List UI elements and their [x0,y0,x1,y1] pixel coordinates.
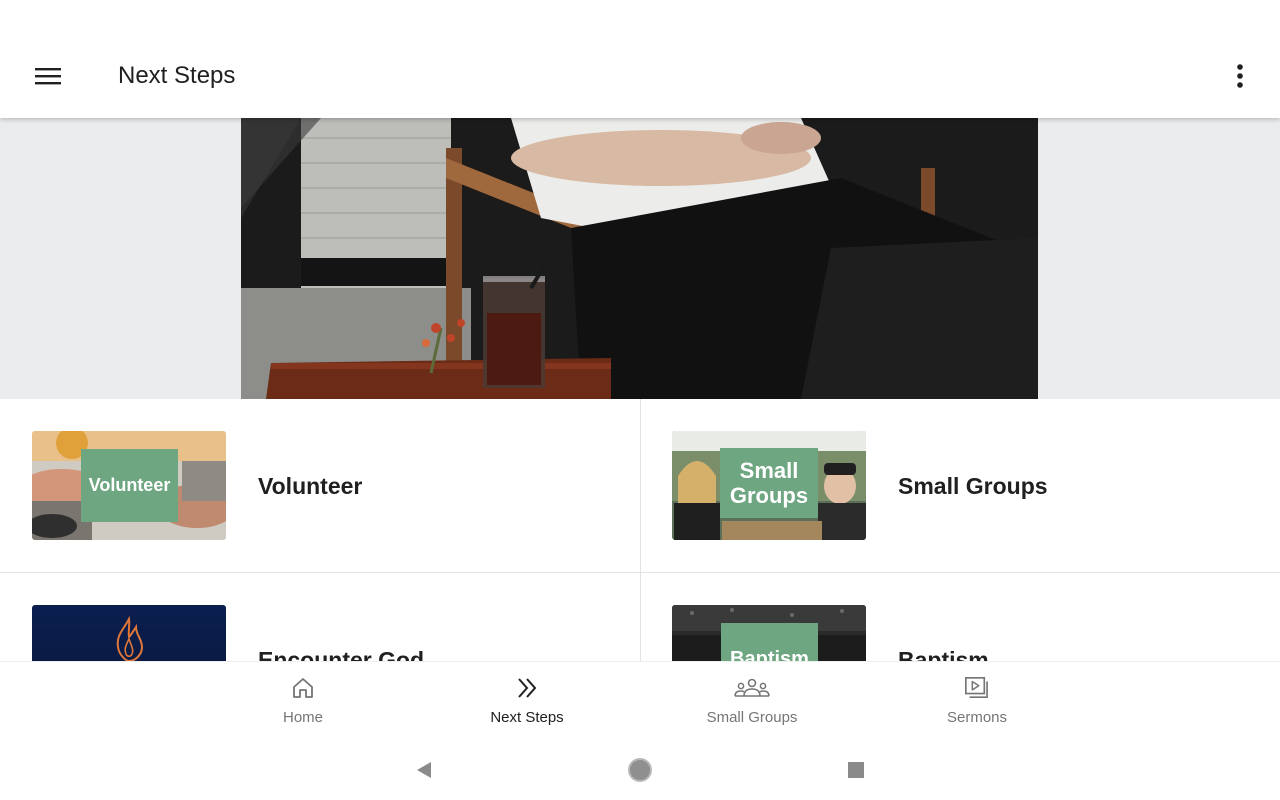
bottom-navigation: Home Next Steps Small Groups Sermons [0,661,1280,741]
baptism-thumbnail: Baptism [672,605,866,661]
next-steps-grid: Volunteer Volunteer Small Groups Small G… [0,399,1280,661]
small-groups-tag-line1: Small [739,458,799,483]
nav-label-sermons: Sermons [946,709,1008,726]
more-vert-icon [1237,64,1243,88]
step-card-small-groups[interactable]: Small Groups Small Groups [640,399,1280,572]
recents-square-icon [848,762,864,778]
step-card-baptism[interactable]: Baptism Baptism [640,573,1280,661]
app-bar: Next Steps [0,0,1280,118]
hero-image [241,118,1038,399]
hero-banner [0,118,1280,399]
step-label-encounter-god: Encounter God [258,647,425,661]
menu-button[interactable] [24,56,72,96]
system-recents-button[interactable] [841,755,871,785]
nav-label-small-groups: Small Groups [706,709,798,726]
step-card-volunteer[interactable]: Volunteer Volunteer [0,399,640,572]
nav-item-small-groups[interactable]: Small Groups [672,662,832,742]
small-groups-tag-line2: Groups [729,483,809,508]
nav-label-home: Home [282,709,323,726]
home-icon [293,678,313,698]
page-title: Next Steps [118,62,236,89]
step-label-small-groups: Small Groups [898,473,1048,499]
volunteer-thumbnail-tag: Volunteer [81,449,178,522]
system-navigation-bar [0,741,1280,800]
encounter-god-thumbnail [32,605,226,661]
volunteer-thumbnail: Volunteer [32,431,226,540]
hamburger-menu-icon [35,68,61,85]
home-circle-icon [628,758,652,782]
app-screen: Next Steps Volunteer Volunteer Small Gro… [0,0,1280,800]
nav-item-home[interactable]: Home [223,662,383,742]
video-library-icon [965,677,988,699]
back-triangle-icon [417,762,431,778]
system-home-button[interactable] [625,755,655,785]
nav-label-next-steps: Next Steps [490,709,564,726]
nav-item-next-steps[interactable]: Next Steps [447,662,607,742]
more-options-button[interactable] [1220,56,1260,96]
system-back-button[interactable] [409,755,439,785]
small-groups-thumbnail-tag: Small Groups [720,448,818,518]
groups-icon [734,678,770,697]
step-label-baptism: Baptism [898,647,989,661]
small-groups-thumbnail: Small Groups [672,431,866,540]
step-card-encounter-god[interactable]: Encounter God [0,573,640,661]
baptism-thumbnail-tag: Baptism [721,623,818,661]
double-chevron-right-icon [518,678,537,698]
nav-item-sermons[interactable]: Sermons [897,662,1057,742]
step-label-volunteer: Volunteer [258,473,363,499]
